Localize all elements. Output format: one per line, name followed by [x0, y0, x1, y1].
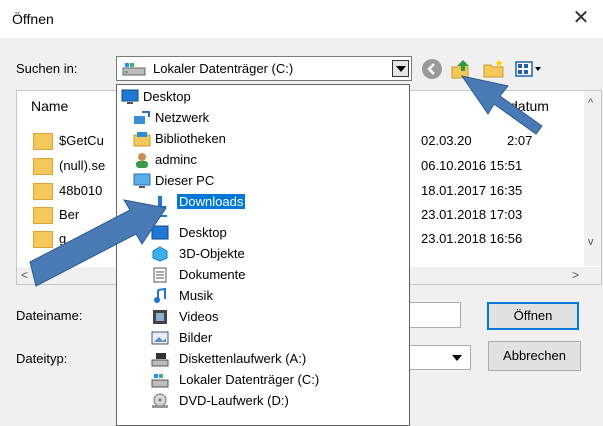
documents-icon — [153, 267, 167, 283]
pictures-icon — [151, 331, 169, 345]
floppy-drive-icon — [151, 353, 169, 367]
dropdown-item-music[interactable]: Musik — [117, 286, 397, 307]
scroll-down-icon[interactable]: v — [588, 236, 594, 248]
desktop-icon — [121, 89, 139, 104]
vertical-scrollbar[interactable]: ^ v — [584, 91, 601, 266]
dropdown-item-label: Desktop — [179, 225, 227, 240]
folder-icon — [33, 231, 53, 248]
folder-icon — [33, 133, 53, 150]
lookin-label: Suchen in: — [16, 61, 78, 76]
back-icon[interactable] — [420, 57, 444, 81]
dropdown-item-label: Musik — [179, 288, 213, 303]
folder-icon — [33, 207, 53, 224]
file-name: Ber — [59, 207, 80, 222]
dropdown-item-this-pc[interactable]: Dieser PC — [117, 171, 397, 192]
file-date: 02.03.20 — [421, 133, 472, 148]
dropdown-item-label: Videos — [179, 309, 219, 324]
file-name: 48b010 — [59, 183, 103, 198]
dropdown-item-label: Downloads — [177, 194, 246, 209]
dropdown-item-label: 3D-Objekte — [179, 246, 245, 261]
lookin-dropdown-button[interactable] — [392, 60, 409, 77]
dvd-drive-icon — [152, 393, 168, 408]
filetype-select[interactable] — [405, 345, 471, 370]
filename-label: Dateiname: — [16, 308, 83, 323]
window-title: Öffnen — [12, 11, 54, 27]
dropdown-item-dvd[interactable]: DVD-Laufwerk (D:) — [117, 391, 397, 412]
filetype-label: Dateityp: — [16, 351, 68, 366]
dropdown-item-label: Dieser PC — [155, 173, 215, 188]
desktop-icon — [151, 225, 169, 240]
column-header-name[interactable]: Name — [31, 98, 68, 114]
lookin-value: Lokaler Datenträger (C:) — [153, 61, 294, 76]
new-folder-icon[interactable] — [482, 57, 506, 81]
chevron-down-icon — [396, 66, 406, 72]
dropdown-item-label: Bilder — [179, 330, 213, 345]
file-name: g — [59, 231, 67, 246]
dropdown-item-label: Bibliotheken — [155, 131, 226, 146]
dropdown-item-documents[interactable]: Dokumente — [117, 265, 397, 286]
view-menu-icon[interactable] — [514, 57, 544, 81]
dropdown-item-network[interactable]: Netzwerk — [117, 108, 397, 129]
downloads-icon — [153, 196, 167, 217]
dropdown-item-label: adminc — [155, 152, 197, 167]
dropdown-item-label: DVD-Laufwerk (D:) — [179, 393, 289, 408]
dropdown-item-libraries[interactable]: Bibliotheken — [117, 129, 397, 150]
folder-icon — [33, 183, 53, 200]
column-header-date[interactable]: datum — [510, 98, 549, 114]
file-date: 23.01.2018 17:03 — [421, 207, 523, 222]
up-folder-icon[interactable] — [449, 57, 473, 81]
dropdown-item-local-disk[interactable]: Lokaler Datenträger (C:) — [117, 370, 397, 391]
dropdown-item-label: Netzwerk — [155, 110, 210, 125]
dropdown-item-desktop[interactable]: Desktop — [119, 87, 399, 108]
libraries-icon — [133, 132, 151, 147]
file-date: 23.01.2018 16:56 — [421, 231, 523, 246]
scroll-right-icon[interactable]: > — [572, 268, 579, 282]
file-date: 18.01.2017 16:35 — [421, 183, 523, 198]
videos-icon — [153, 310, 167, 324]
folder-icon — [33, 158, 53, 175]
file-name: (null).se — [59, 158, 106, 173]
filename-input[interactable] — [405, 302, 461, 328]
3d-objects-icon — [152, 246, 168, 262]
music-icon — [154, 288, 166, 303]
local-disk-icon — [151, 374, 169, 388]
file-name: $GetCu — [59, 133, 104, 148]
this-pc-icon — [133, 173, 151, 188]
dropdown-item-downloads[interactable]: Downloads — [117, 194, 397, 223]
user-icon — [136, 153, 148, 168]
drive-icon — [122, 63, 146, 76]
network-icon — [134, 111, 150, 124]
lookin-combobox[interactable]: Lokaler Datenträger (C:) — [116, 56, 412, 81]
dropdown-item-label: Desktop — [143, 89, 191, 104]
title-bar: Öffnen ✕ — [0, 0, 603, 38]
dropdown-item-videos[interactable]: Videos — [117, 307, 397, 328]
dropdown-item-label: Dokumente — [179, 267, 246, 282]
scroll-up-icon[interactable]: ^ — [588, 97, 593, 109]
dropdown-item-label: Diskettenlaufwerk (A:) — [179, 351, 307, 366]
chevron-down-icon — [452, 355, 462, 361]
lookin-dropdown-list[interactable]: Desktop Netzwerk Bibliotheken adminc Die… — [116, 84, 410, 426]
scroll-left-icon[interactable]: < — [21, 268, 28, 282]
dropdown-item-desktop-2[interactable]: Desktop — [117, 223, 397, 244]
dropdown-item-floppy[interactable]: Diskettenlaufwerk (A:) — [117, 349, 397, 370]
file-date: 06.10.2016 15:51 — [421, 158, 523, 173]
file-time: 2:07 — [507, 133, 533, 148]
dropdown-item-user[interactable]: adminc — [117, 150, 397, 171]
cancel-button[interactable]: Abbrechen — [488, 341, 581, 371]
close-button[interactable]: ✕ — [559, 0, 603, 38]
open-button[interactable]: Öffnen — [487, 302, 579, 330]
dropdown-item-pictures[interactable]: Bilder — [117, 328, 397, 349]
dropdown-item-3d-objects[interactable]: 3D-Objekte — [117, 244, 397, 265]
dropdown-item-label: Lokaler Datenträger (C:) — [179, 372, 320, 387]
